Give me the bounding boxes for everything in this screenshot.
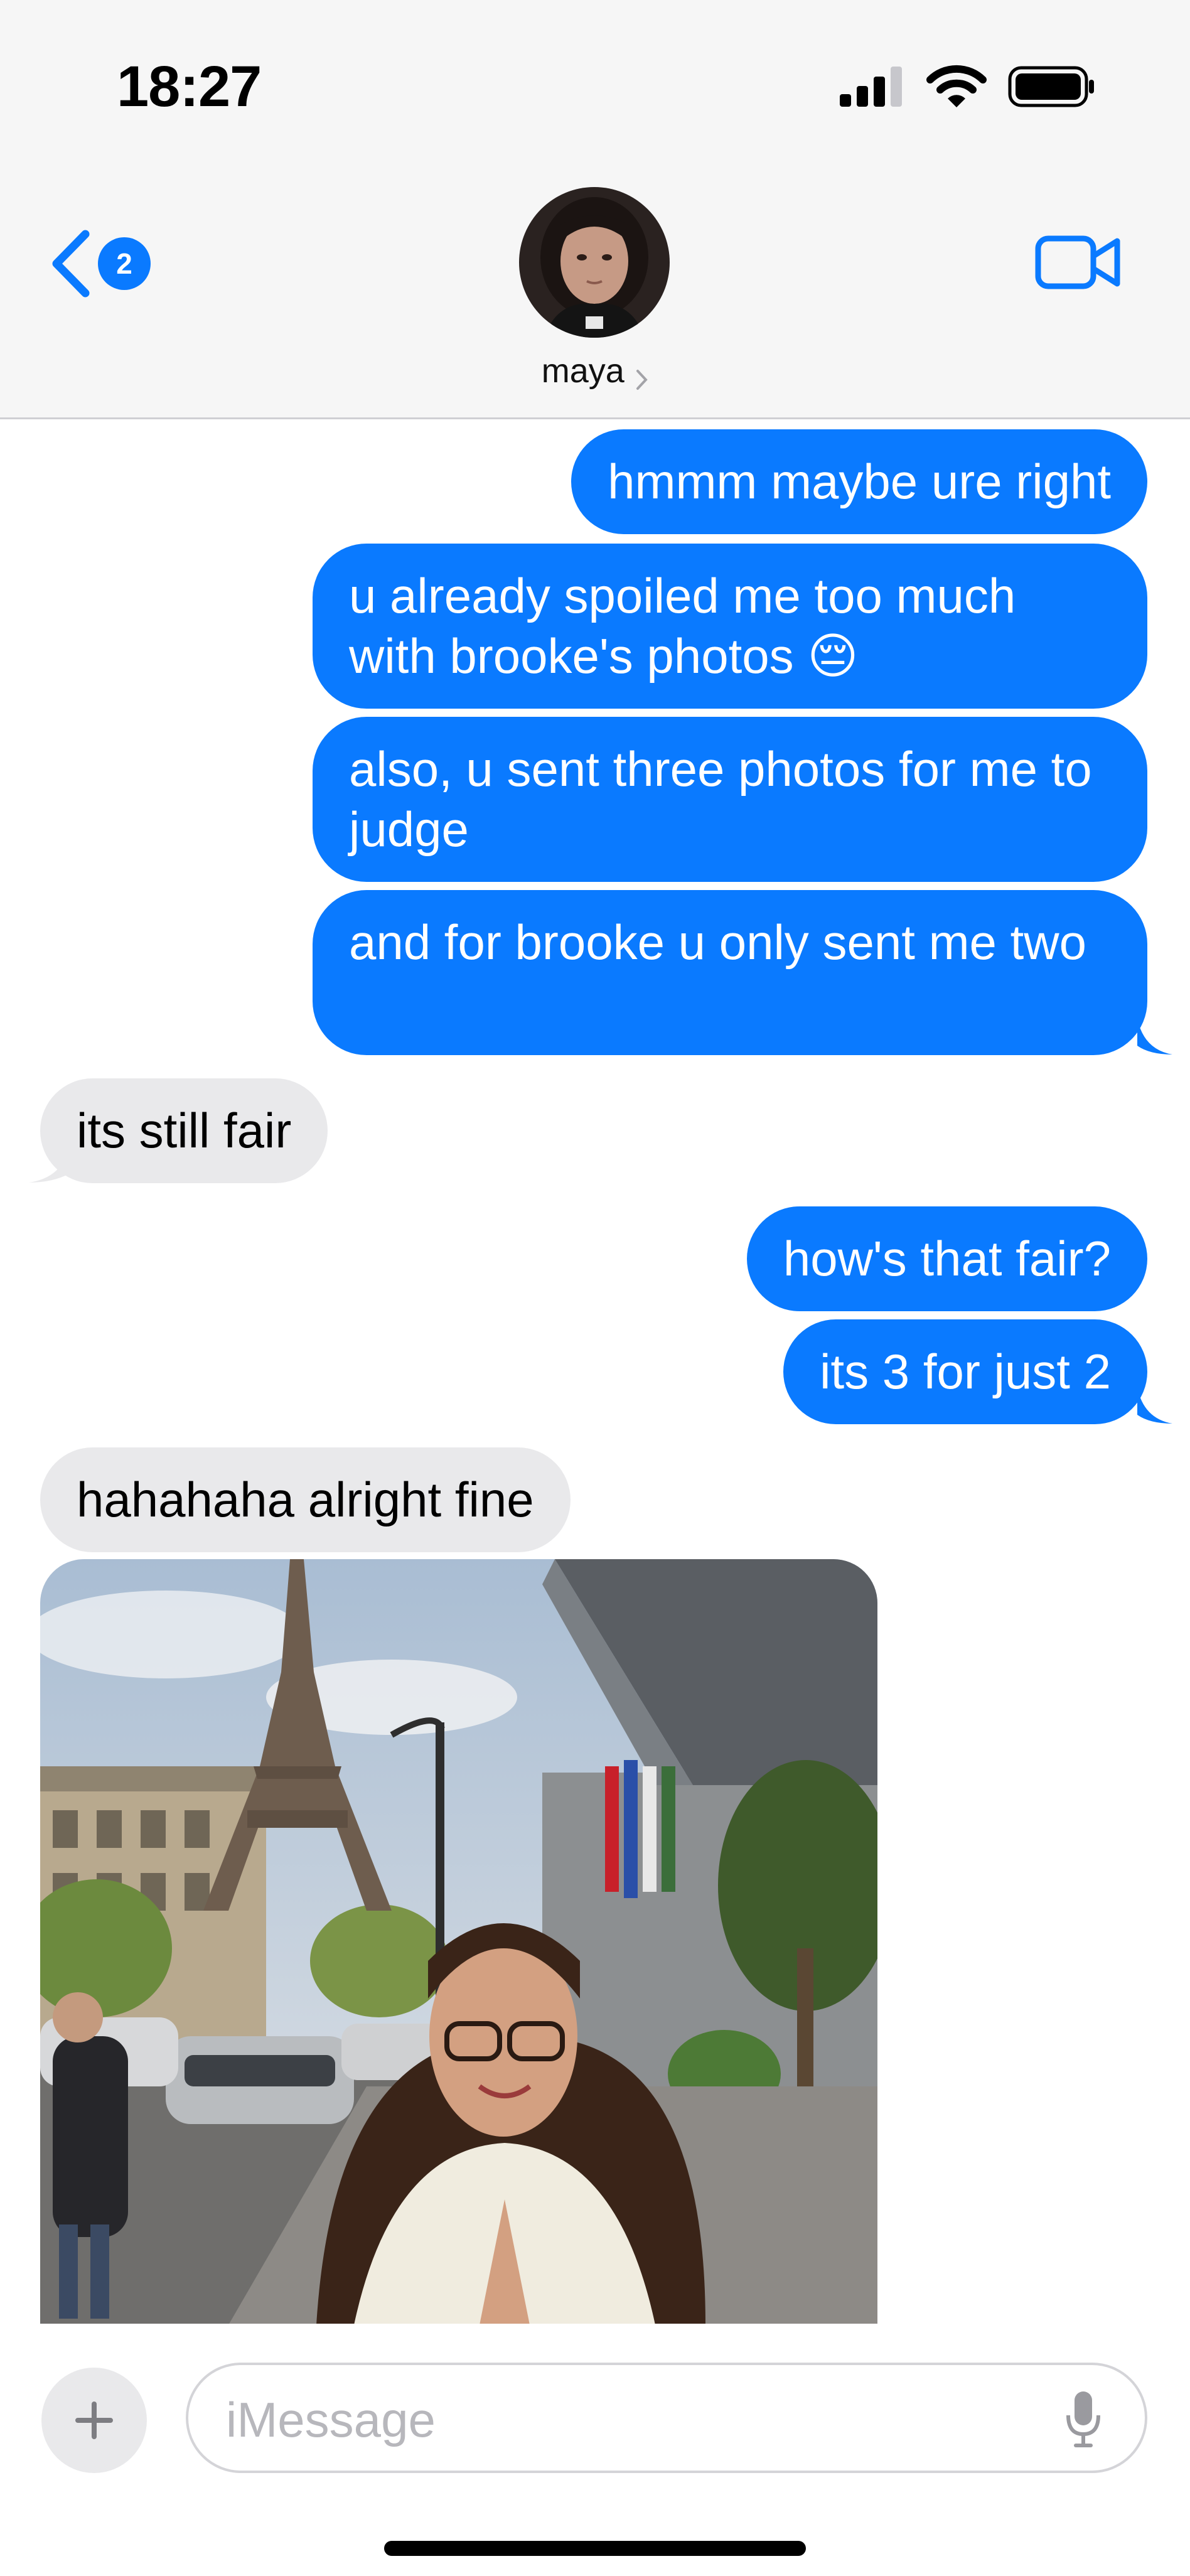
video-call-button[interactable] <box>1034 231 1122 294</box>
bubble-tail <box>29 1146 69 1183</box>
messages-screen: 18:27 2 maya hmmm maybe ure right u alre… <box>0 0 1190 2576</box>
status-time: 18:27 <box>117 55 262 119</box>
back-button[interactable]: 2 <box>49 226 162 301</box>
contact-name: maya <box>541 352 624 390</box>
home-indicator <box>384 2541 806 2556</box>
battery-icon <box>1008 66 1094 107</box>
bubble-tail <box>1137 1387 1172 1424</box>
status-icons <box>840 63 1096 110</box>
message-bubble-outgoing[interactable]: u already spoiled me too much with brook… <box>313 544 1147 709</box>
bubble-tail <box>1137 1018 1172 1055</box>
message-bubble-incoming[interactable]: its still fair <box>40 1078 328 1183</box>
photo-attachment[interactable] <box>40 1559 877 2325</box>
contact-name-button[interactable]: maya <box>0 352 1190 390</box>
message-input-placeholder: iMessage <box>226 2392 436 2447</box>
message-text: hahahaha alright fine <box>77 1472 534 1527</box>
microphone-icon[interactable] <box>1063 2389 1103 2449</box>
message-bubble-outgoing[interactable]: how's that fair? <box>746 1206 1147 1311</box>
wifi-icon <box>926 65 987 107</box>
composer-bar: iMessage <box>0 2324 1190 2576</box>
message-text: also, u sent three photos for me to judg… <box>349 741 1092 857</box>
message-text: hmmm maybe ure right <box>608 454 1111 509</box>
message-bubble-outgoing[interactable]: also, u sent three photos for me to judg… <box>313 717 1147 882</box>
unread-count-badge: 2 <box>98 237 151 290</box>
message-text: its still fair <box>77 1103 292 1158</box>
message-text: its 3 for just 2 <box>820 1344 1111 1399</box>
contact-avatar[interactable] <box>519 187 670 338</box>
chevron-right-icon <box>636 369 648 390</box>
message-text: u already spoiled me too much with brook… <box>349 568 1016 684</box>
back-chevron-icon <box>52 230 90 298</box>
plus-icon <box>75 2402 113 2439</box>
message-bubble-outgoing[interactable]: and for brooke u only sent me two <box>313 890 1147 1055</box>
add-attachment-button[interactable] <box>41 2368 147 2473</box>
message-bubble-outgoing[interactable]: hmmm maybe ure right <box>571 429 1147 534</box>
cellular-signal-icon <box>840 67 902 107</box>
message-input[interactable]: iMessage <box>186 2363 1147 2473</box>
conversation-header: 18:27 2 maya <box>0 0 1190 419</box>
video-camera-icon <box>1035 235 1120 289</box>
message-bubble-incoming[interactable]: hahahaha alright fine <box>40 1447 571 1552</box>
message-text: and for brooke u only sent me two <box>349 915 1086 970</box>
message-text: how's that fair? <box>783 1231 1111 1286</box>
message-bubble-outgoing[interactable]: its 3 for just 2 <box>783 1319 1147 1424</box>
